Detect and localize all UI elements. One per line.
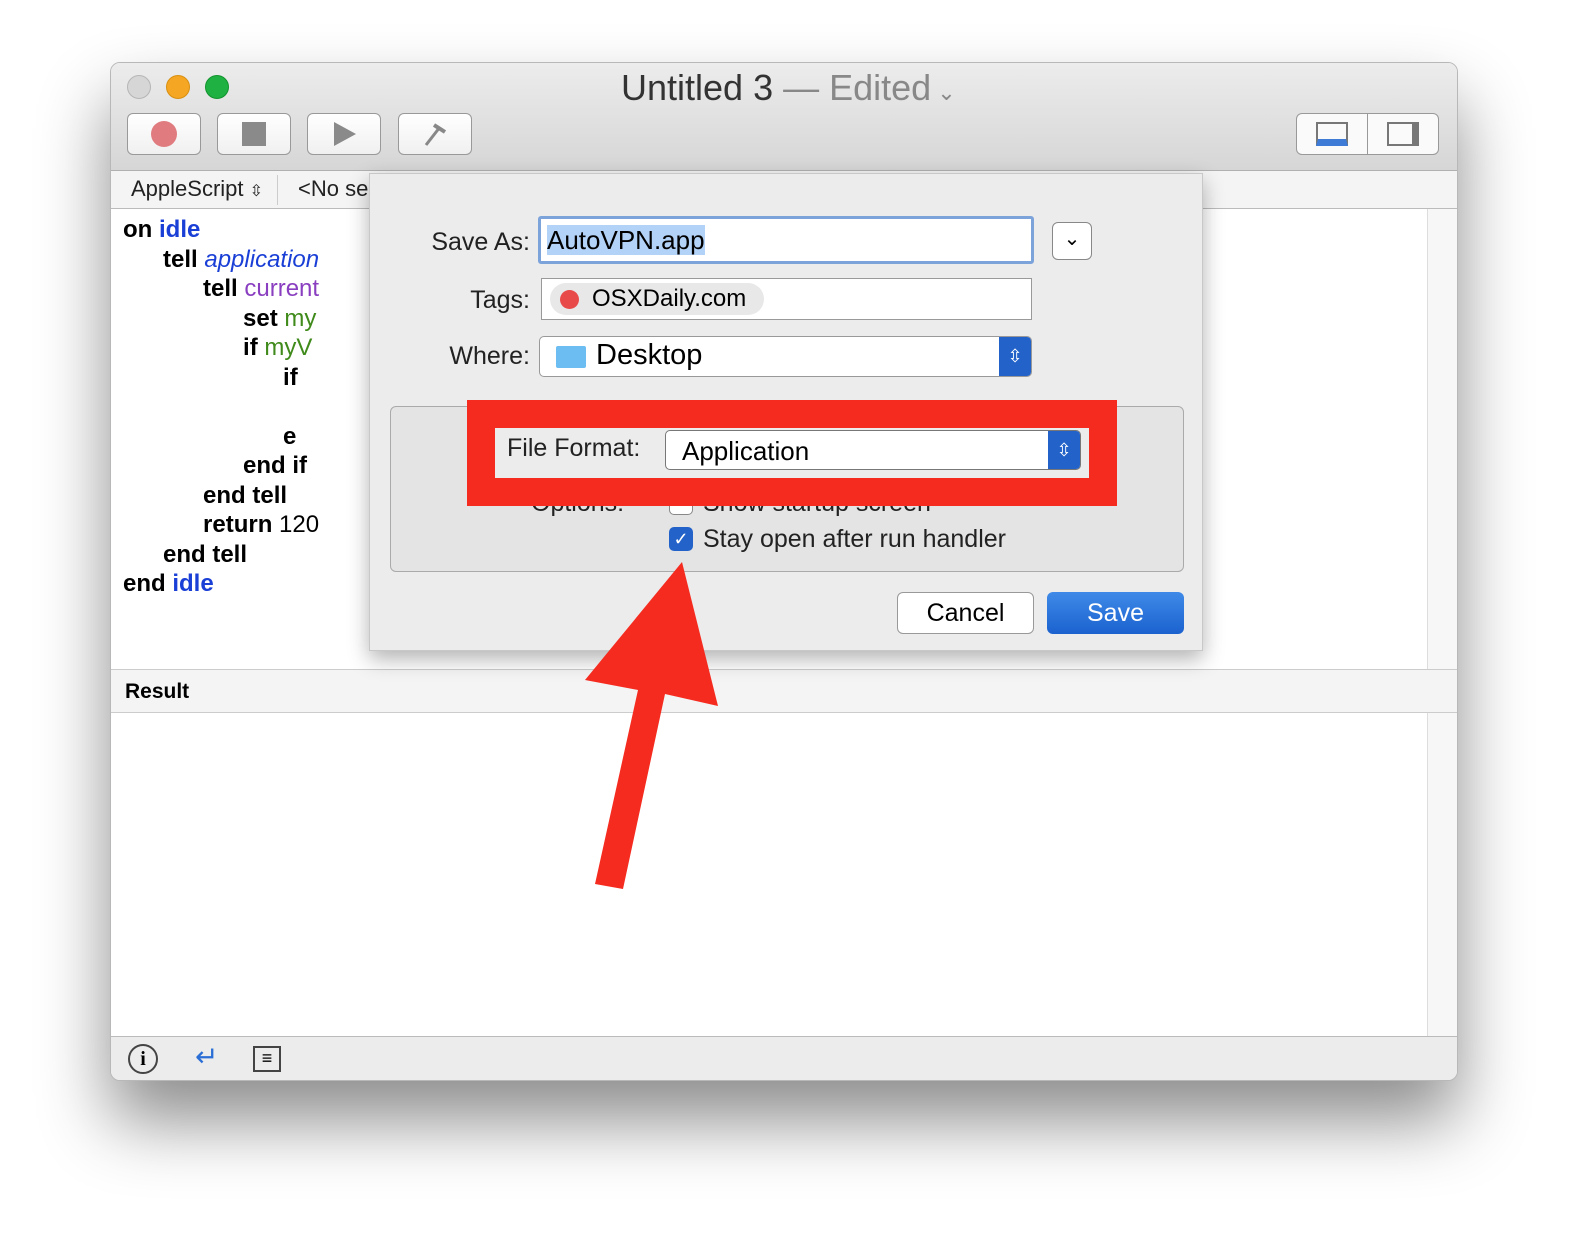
annotation-arrow xyxy=(585,562,718,889)
arrow-shape xyxy=(585,562,718,889)
